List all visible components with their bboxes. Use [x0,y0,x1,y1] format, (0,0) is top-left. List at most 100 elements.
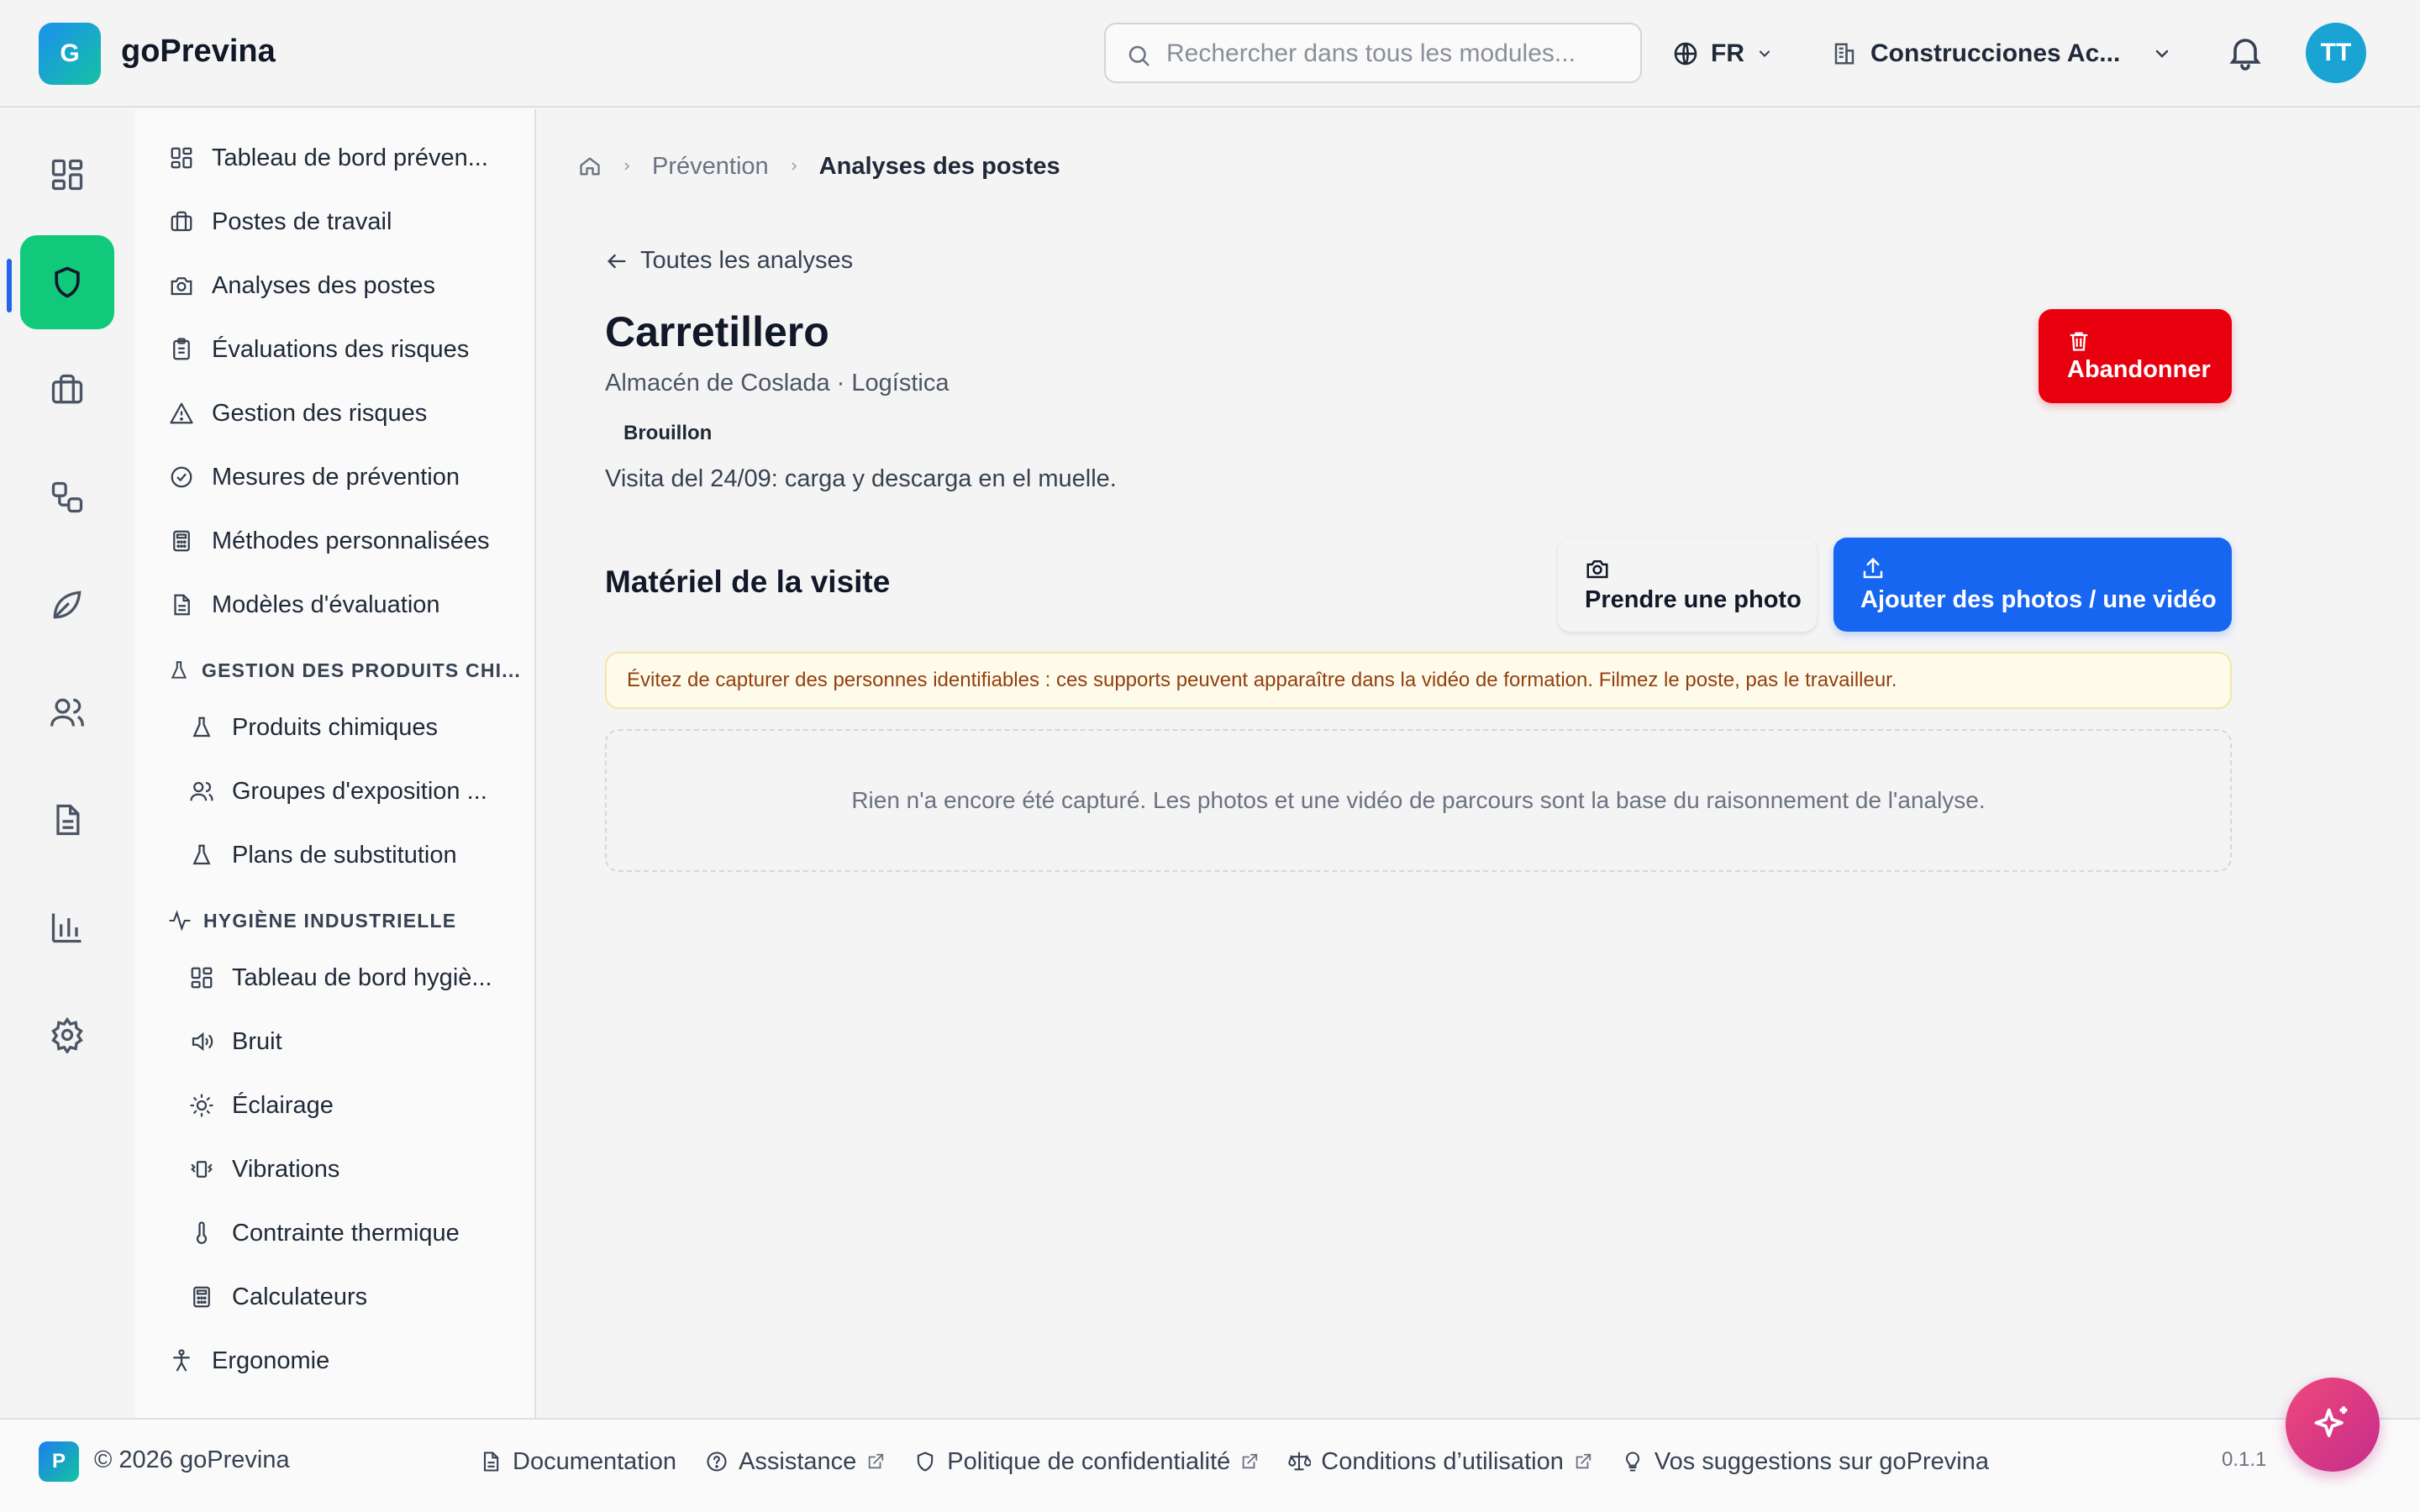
section-chemicals[interactable]: GESTION DES PRODUITS CHI... [168,654,521,687]
warning-text: Évitez de capturer des personnes identif… [627,669,1897,691]
rail-environment[interactable] [20,558,114,652]
document-icon [479,1450,502,1473]
chevron-down-icon [2152,44,2172,64]
status-badge: Brouillon [612,417,724,450]
sidebar-item-vibrations[interactable]: Vibrations [188,1142,339,1196]
app-version: 0.1.1 [2222,1448,2267,1471]
activity-icon [168,909,192,932]
bell-icon[interactable] [2225,32,2265,72]
person-icon [168,1347,195,1374]
footer-link-label: Politique de confidentialité [947,1447,1231,1475]
take-photo-button[interactable]: Prendre une photo [1558,538,1817,632]
abandon-button[interactable]: Abandonner [2039,309,2232,403]
sidebar-item-label: Calculateurs [232,1283,368,1310]
chevron-right-icon [620,160,634,173]
sidebar-item-label: Bruit [232,1027,282,1055]
flask-icon [168,659,190,681]
rail-workflows[interactable] [20,450,114,544]
footer-link-terms[interactable]: Conditions d’utilisation [1287,1448,1592,1476]
sidebar-item-evaluation-templates[interactable]: Modèles d'évaluation [168,578,440,632]
leaf-icon [49,586,86,623]
take-photo-label: Prendre une photo [1585,585,1802,613]
bar-chart-icon [49,909,86,946]
footer-link-assistance[interactable]: Assistance [705,1448,885,1476]
rail-prevention[interactable] [20,235,114,329]
page-subtitle: Almacén de Coslada · Logística [605,370,950,396]
page-title: Carretillero [605,308,829,355]
company-label: Construcciones Ac... [1870,39,2121,67]
sidebar-item-substitution-plans[interactable]: Plans de substitution [188,828,457,882]
sidebar-item-label: Tableau de bord hygiè... [232,963,492,991]
language-selector[interactable]: FR [1672,34,1773,74]
footer-links: Documentation Assistance Politique de co… [479,1443,1989,1480]
trash-icon [2067,329,2091,353]
calculator-icon [168,528,195,554]
abandon-label: Abandonner [2067,355,2211,383]
sidebar-item-label: Modèles d'évaluation [212,591,440,618]
upload-media-button[interactable]: Ajouter des photos / une vidéo [1833,538,2232,632]
chevron-right-icon [787,160,801,173]
section-title: Matériel de la visite [605,564,891,599]
sidebar-item-hygiene-dashboard[interactable]: Tableau de bord hygiè... [188,951,492,1005]
app-logo[interactable]: G [39,23,101,85]
chevron-down-icon [1756,45,1773,62]
footer-link-privacy[interactable]: Politique de confidentialité [913,1448,1259,1476]
app-name[interactable]: goPrevina [121,34,276,70]
sidebar-item-custom-methods[interactable]: Méthodes personnalisées [168,514,489,568]
sidebar-item-lighting[interactable]: Éclairage [188,1079,334,1132]
check-circle-icon [168,464,195,491]
home-icon[interactable] [578,155,602,178]
rail-settings[interactable] [20,988,114,1082]
company-selector[interactable]: Construcciones Ac... [1832,34,2172,74]
clipboard-icon [168,336,195,363]
sidebar-item-calculators[interactable]: Calculateurs [188,1270,367,1324]
external-link-icon [1574,1452,1592,1471]
user-avatar[interactable]: TT [2306,23,2366,83]
breadcrumb-parent[interactable]: Prévention [652,153,769,181]
rail-dashboard[interactable] [20,128,114,222]
sidebar-item-label: Méthodes personnalisées [212,527,490,554]
page-description: Visita del 24/09: carga y descarga en el… [605,465,1117,492]
speaker-icon [188,1028,215,1055]
document-icon [168,591,195,618]
shield-icon [913,1450,937,1473]
gear-icon [49,1016,86,1053]
sidebar-item-dashboard[interactable]: Tableau de bord préven... [168,131,488,185]
footer-link-suggestions[interactable]: Vos suggestions sur goPrevina [1621,1448,1989,1476]
breadcrumb-current: Analyses des postes [818,152,1060,180]
rail-workstations[interactable] [20,343,114,437]
rail-people[interactable] [20,665,114,759]
external-link-icon [866,1452,885,1471]
sidebar-item-exposure-groups[interactable]: Groupes d'exposition ... [188,764,487,818]
sidebar-item-workstations[interactable]: Postes de travail [168,195,392,249]
section-label: HYGIÈNE INDUSTRIELLE [203,909,457,932]
briefcase-icon [168,208,195,235]
rail-documents[interactable] [20,773,114,867]
footer-link-label: Documentation [513,1447,677,1475]
sidebar-item-ergonomics[interactable]: Ergonomie [168,1334,329,1388]
search-input[interactable] [1166,36,1620,71]
sidebar-item-prevention-measures[interactable]: Mesures de prévention [168,450,460,504]
rail-reports[interactable] [20,880,114,974]
footer-link-documentation[interactable]: Documentation [479,1448,676,1476]
sidebar-item-label: Évaluations des risques [212,335,470,363]
dashboard-icon [49,156,86,193]
global-search[interactable] [1104,23,1642,83]
sidebar-item-chemicals[interactable]: Produits chimiques [188,701,438,754]
upload-icon [1860,556,1886,581]
sidebar-item-thermal-stress[interactable]: Contrainte thermique [188,1206,460,1260]
sidebar-item-analyses[interactable]: Analyses des postes [168,259,435,312]
back-link[interactable]: Toutes les analyses [605,247,853,275]
footer: P © 2026 goPrevina Documentation Assista… [0,1418,2420,1512]
sidebar-item-risk-evaluations[interactable]: Évaluations des risques [168,323,469,376]
ai-assistant-button[interactable] [2286,1378,2380,1472]
building-icon [1832,41,1857,66]
sidebar-item-noise[interactable]: Bruit [188,1015,282,1068]
empty-media-placeholder: Rien n'a encore été capturé. Les photos … [605,729,2232,872]
sidebar-item-risk-management[interactable]: Gestion des risques [168,386,427,440]
breadcrumb: Prévention Analyses des postes [578,146,1060,186]
footer-copyright: © 2026 goPrevina [94,1446,290,1473]
footer-link-label: Vos suggestions sur goPrevina [1654,1447,1990,1475]
section-industrial-hygiene[interactable]: HYGIÈNE INDUSTRIELLE [168,904,456,937]
privacy-warning: Évitez de capturer des personnes identif… [605,652,2232,709]
